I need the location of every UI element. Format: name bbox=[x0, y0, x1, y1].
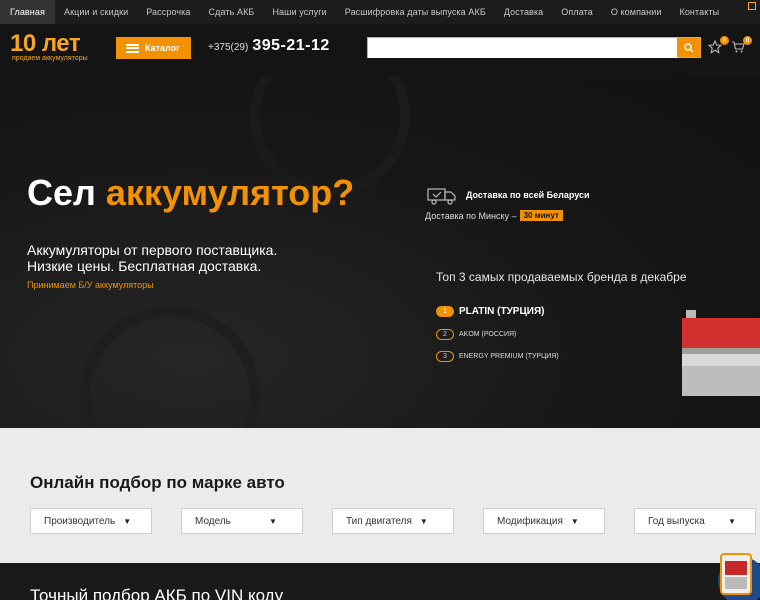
nav-item-promotions[interactable]: Акции и скидки bbox=[55, 0, 137, 24]
hero-title-plain: Сел bbox=[27, 172, 106, 213]
nav-item-about[interactable]: О компании bbox=[602, 0, 671, 24]
delivery-minsk-text: Доставка по Минску – 30 минут bbox=[425, 210, 563, 221]
brand-name: ENERGY PREMIUM (ТУРЦИЯ) bbox=[459, 353, 559, 360]
nav-item-installments[interactable]: Рассрочка bbox=[137, 0, 199, 24]
delivery-minsk-label: Доставка по Минску – bbox=[425, 210, 517, 221]
dropdown-label: Модификация bbox=[497, 515, 563, 527]
wheel-background-image bbox=[80, 306, 260, 428]
hero-subtitle: Аккумуляторы от первого поставщика. Низк… bbox=[27, 242, 277, 274]
site-header: 10 лет продаем аккумуляторы Каталог +375… bbox=[0, 24, 760, 76]
dropdown-label: Производитель bbox=[44, 515, 116, 527]
hero-title: Сел аккумулятор? bbox=[27, 172, 354, 214]
model-dropdown[interactable]: Модель ▼ bbox=[181, 508, 303, 534]
square-icon[interactable] bbox=[748, 2, 756, 10]
search-button[interactable] bbox=[677, 38, 700, 57]
nav-item-payment[interactable]: Оплата bbox=[552, 0, 602, 24]
search-icon bbox=[683, 42, 693, 52]
logo-title[interactable]: 10 лет bbox=[10, 30, 81, 58]
brand-item[interactable]: 3 ENERGY PREMIUM (ТУРЦИЯ) bbox=[436, 351, 559, 362]
brand-rank: 2 bbox=[436, 329, 454, 340]
hero-title-accent: аккумулятор? bbox=[105, 172, 355, 213]
phone-number[interactable]: +375(29) 395-21-12 bbox=[208, 37, 330, 55]
dropdown-label: Модель bbox=[195, 515, 231, 527]
chevron-down-icon: ▼ bbox=[570, 516, 579, 526]
hero-banner: Сел аккумулятор? Аккумуляторы от первого… bbox=[0, 76, 760, 428]
nav-item-delivery[interactable]: Доставка bbox=[495, 0, 552, 24]
catalog-button[interactable]: Каталог bbox=[116, 37, 191, 59]
modification-dropdown[interactable]: Модификация ▼ bbox=[483, 508, 605, 534]
top-brands-title: Топ 3 самых продаваемых бренда в декабре bbox=[436, 270, 687, 284]
vin-title: Точный подбор АКБ по VIN коду bbox=[30, 586, 284, 600]
hero-subtitle-line: Низкие цены. Бесплатная доставка. bbox=[27, 258, 262, 274]
battery-product-image bbox=[682, 310, 760, 396]
year-dropdown[interactable]: Год выпуска ▼ bbox=[634, 508, 756, 534]
search-box bbox=[367, 37, 701, 58]
delivery-belarus-text: Доставка по всей Беларуси bbox=[466, 190, 590, 200]
brand-item[interactable]: 1 PLATIN (ТУРЦИЯ) bbox=[436, 306, 544, 317]
used-battery-link[interactable]: Принимаем Б/У аккумуляторы bbox=[27, 280, 154, 290]
chevron-down-icon: ▼ bbox=[728, 516, 736, 526]
manufacturer-dropdown[interactable]: Производитель ▼ bbox=[30, 508, 152, 534]
chevron-down-icon: ▼ bbox=[123, 516, 132, 526]
vin-selection-section: Точный подбор АКБ по VIN коду bbox=[0, 563, 760, 600]
favorites-button[interactable]: 0 bbox=[707, 36, 729, 56]
favorites-count-badge: 0 bbox=[720, 36, 729, 45]
top-navigation: Главная Акции и скидки Рассрочка Сдать А… bbox=[0, 0, 760, 24]
phone-main: 395-21-12 bbox=[252, 37, 330, 54]
selection-title: Онлайн подбор по марке авто bbox=[30, 473, 285, 492]
nav-item-trade-in[interactable]: Сдать АКБ bbox=[200, 0, 264, 24]
brand-rank: 3 bbox=[436, 351, 454, 362]
cart-count-badge: 0 bbox=[743, 36, 752, 45]
chevron-down-icon: ▼ bbox=[419, 516, 428, 526]
chevron-down-icon: ▼ bbox=[269, 516, 277, 526]
phone-code: +375(29) bbox=[208, 42, 249, 53]
catalog-button-label: Каталог bbox=[145, 43, 180, 53]
nav-item-services[interactable]: Наши услуги bbox=[263, 0, 335, 24]
car-selection-section: Онлайн подбор по марке авто Производител… bbox=[0, 428, 760, 563]
nav-item-date-decoding[interactable]: Расшифровка даты выпуска АКБ bbox=[336, 0, 495, 24]
nav-item-contacts[interactable]: Контакты bbox=[670, 0, 728, 24]
dropdown-label: Тип двигателя bbox=[346, 515, 412, 527]
menu-icon bbox=[126, 43, 139, 53]
chat-widget-button[interactable] bbox=[704, 545, 760, 600]
engine-type-dropdown[interactable]: Тип двигателя ▼ bbox=[332, 508, 454, 534]
delivery-truck-icon bbox=[427, 188, 456, 205]
cart-button[interactable]: 0 bbox=[731, 36, 752, 56]
hero-subtitle-line: Аккумуляторы от первого поставщика. bbox=[27, 242, 278, 258]
dropdown-label: Год выпуска bbox=[648, 515, 705, 527]
brand-item[interactable]: 2 AKOM (РОССИЯ) bbox=[436, 329, 516, 340]
brand-rank: 1 bbox=[436, 306, 454, 317]
delivery-time-badge: 30 минут bbox=[519, 210, 563, 221]
brand-name: PLATIN (ТУРЦИЯ) bbox=[459, 306, 545, 317]
brand-name: AKOM (РОССИЯ) bbox=[459, 331, 517, 338]
search-input[interactable] bbox=[368, 39, 678, 58]
logo-subtitle: продаем аккумуляторы bbox=[12, 55, 88, 62]
nav-item-home[interactable]: Главная bbox=[0, 0, 55, 24]
